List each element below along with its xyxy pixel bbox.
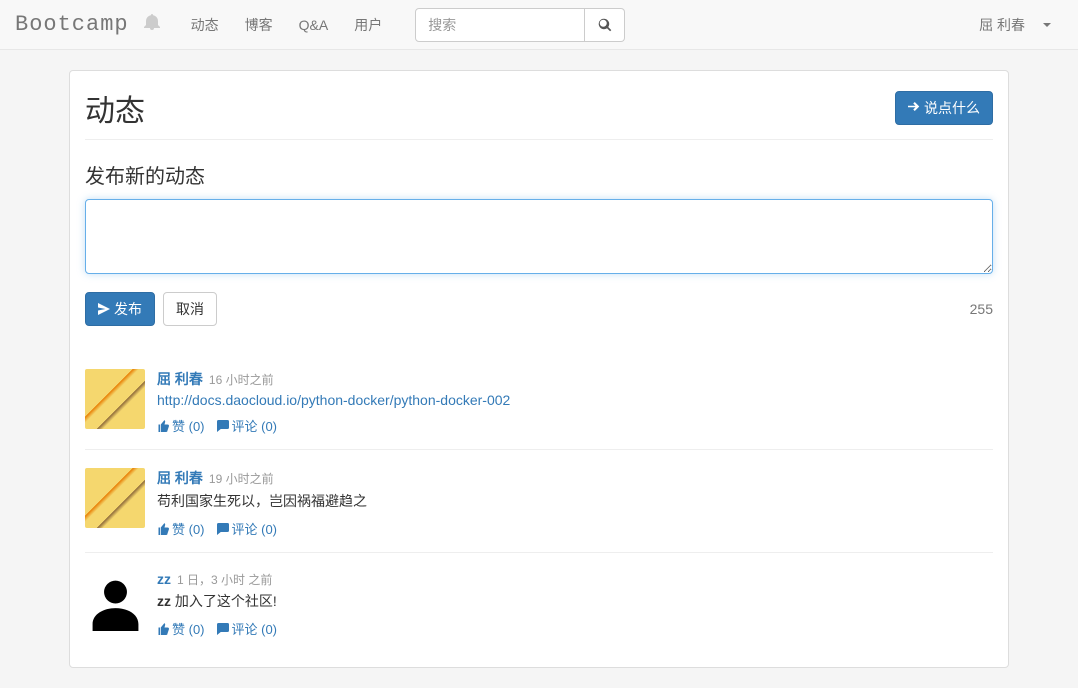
feed-actions: 赞 (0) 评论 (0)	[157, 519, 993, 538]
nav-blog[interactable]: 博客	[232, 0, 286, 50]
like-button[interactable]: 赞 (0)	[157, 619, 205, 638]
avatar[interactable]	[85, 468, 145, 528]
paper-plane-icon	[98, 303, 110, 315]
comment-icon	[217, 623, 229, 635]
compose-actions: 发布 取消 255	[85, 292, 993, 326]
search-button[interactable]	[585, 8, 625, 42]
feed-content: http://docs.daocloud.io/python-docker/py…	[157, 392, 993, 408]
thumbs-up-icon	[157, 523, 169, 535]
search-input[interactable]	[415, 8, 585, 42]
feed-author[interactable]: zz	[157, 571, 171, 587]
feed-list: 屈 利春 16 小时之前 http://docs.daocloud.io/pytho…	[85, 351, 993, 652]
like-label: 赞 (0)	[172, 619, 205, 638]
cancel-label: 取消	[176, 299, 204, 319]
bell-icon[interactable]	[144, 14, 160, 35]
navbar-right: 屈 利春	[967, 15, 1063, 35]
search-icon	[598, 18, 612, 32]
publish-label: 发布	[114, 299, 142, 319]
feed-item: zz 1 日，3 小时 之前 zz 加入了这个社区! 赞 (0) 评论 (0)	[85, 552, 993, 652]
comment-label: 评论 (0)	[232, 619, 278, 638]
feed-content: 苟利国家生死以，岂因祸福避趋之	[157, 491, 993, 511]
like-button[interactable]: 赞 (0)	[157, 519, 205, 538]
feed-author[interactable]: 屈 利春	[157, 369, 203, 389]
page-title: 动态	[85, 86, 145, 130]
compose-label: 发布新的动态	[85, 160, 993, 189]
like-label: 赞 (0)	[172, 519, 205, 538]
comment-button[interactable]: 评论 (0)	[217, 416, 278, 435]
cancel-button[interactable]: 取消	[163, 292, 217, 326]
nav-feed[interactable]: 动态	[178, 0, 232, 50]
avatar[interactable]	[85, 369, 145, 429]
nav-users[interactable]: 用户	[341, 0, 395, 50]
like-button[interactable]: 赞 (0)	[157, 416, 205, 435]
compose-textarea[interactable]	[85, 199, 993, 274]
feed-content: zz 加入了这个社区!	[157, 591, 993, 611]
feed-item: 屈 利春 19 小时之前苟利国家生死以，岂因祸福避趋之 赞 (0) 评论 (0)	[85, 449, 993, 552]
comment-button[interactable]: 评论 (0)	[217, 519, 278, 538]
comment-button[interactable]: 评论 (0)	[217, 619, 278, 638]
brand-logo[interactable]: Bootcamp	[15, 12, 129, 37]
thumbs-up-icon	[157, 420, 169, 432]
feed-time: 16 小时之前	[209, 371, 274, 388]
feed-actions: 赞 (0) 评论 (0)	[157, 619, 993, 638]
feed-body: 屈 利春 16 小时之前 http://docs.daocloud.io/pytho…	[157, 369, 993, 435]
user-menu[interactable]: 屈 利春	[967, 15, 1063, 35]
like-label: 赞 (0)	[172, 416, 205, 435]
page-header: 动态 说点什么	[85, 86, 993, 140]
avatar[interactable]	[85, 571, 145, 631]
feed-item: 屈 利春 16 小时之前 http://docs.daocloud.io/pytho…	[85, 351, 993, 449]
search-group	[415, 8, 625, 42]
feed-header: zz 1 日，3 小时 之前	[157, 571, 993, 588]
feed-author[interactable]: 屈 利春	[157, 468, 203, 488]
say-something-button[interactable]: 说点什么	[895, 91, 993, 125]
feed-content-prefix: zz	[157, 593, 171, 609]
publish-button[interactable]: 发布	[85, 292, 155, 326]
feed-actions: 赞 (0) 评论 (0)	[157, 416, 993, 435]
main-container: 动态 说点什么 发布新的动态 发布 取消 255 屈 利春 16 小时之前 http…	[54, 70, 1024, 668]
feed-header: 屈 利春 16 小时之前	[157, 369, 993, 389]
comment-label: 评论 (0)	[232, 519, 278, 538]
user-name: 屈 利春	[979, 15, 1025, 35]
thumbs-up-icon	[157, 623, 169, 635]
feed-header: 屈 利春 19 小时之前	[157, 468, 993, 488]
caret-down-icon	[1043, 23, 1051, 27]
nav-qa[interactable]: Q&A	[286, 2, 342, 48]
feed-panel: 动态 说点什么 发布新的动态 发布 取消 255 屈 利春 16 小时之前 http…	[69, 70, 1009, 668]
navbar: Bootcamp 动态 博客 Q&A 用户 屈 利春	[0, 0, 1078, 50]
comment-label: 评论 (0)	[232, 416, 278, 435]
char-count: 255	[970, 301, 993, 317]
comment-icon	[217, 420, 229, 432]
feed-time: 1 日，3 小时 之前	[177, 571, 272, 588]
comment-icon	[217, 523, 229, 535]
feed-body: 屈 利春 19 小时之前苟利国家生死以，岂因祸福避趋之 赞 (0) 评论 (0)	[157, 468, 993, 538]
feed-body: zz 1 日，3 小时 之前 zz 加入了这个社区! 赞 (0) 评论 (0)	[157, 571, 993, 638]
feed-time: 19 小时之前	[209, 470, 274, 487]
feed-content-link[interactable]: http://docs.daocloud.io/python-docker/py…	[157, 392, 510, 408]
share-icon	[908, 102, 920, 114]
say-something-label: 说点什么	[924, 98, 980, 118]
